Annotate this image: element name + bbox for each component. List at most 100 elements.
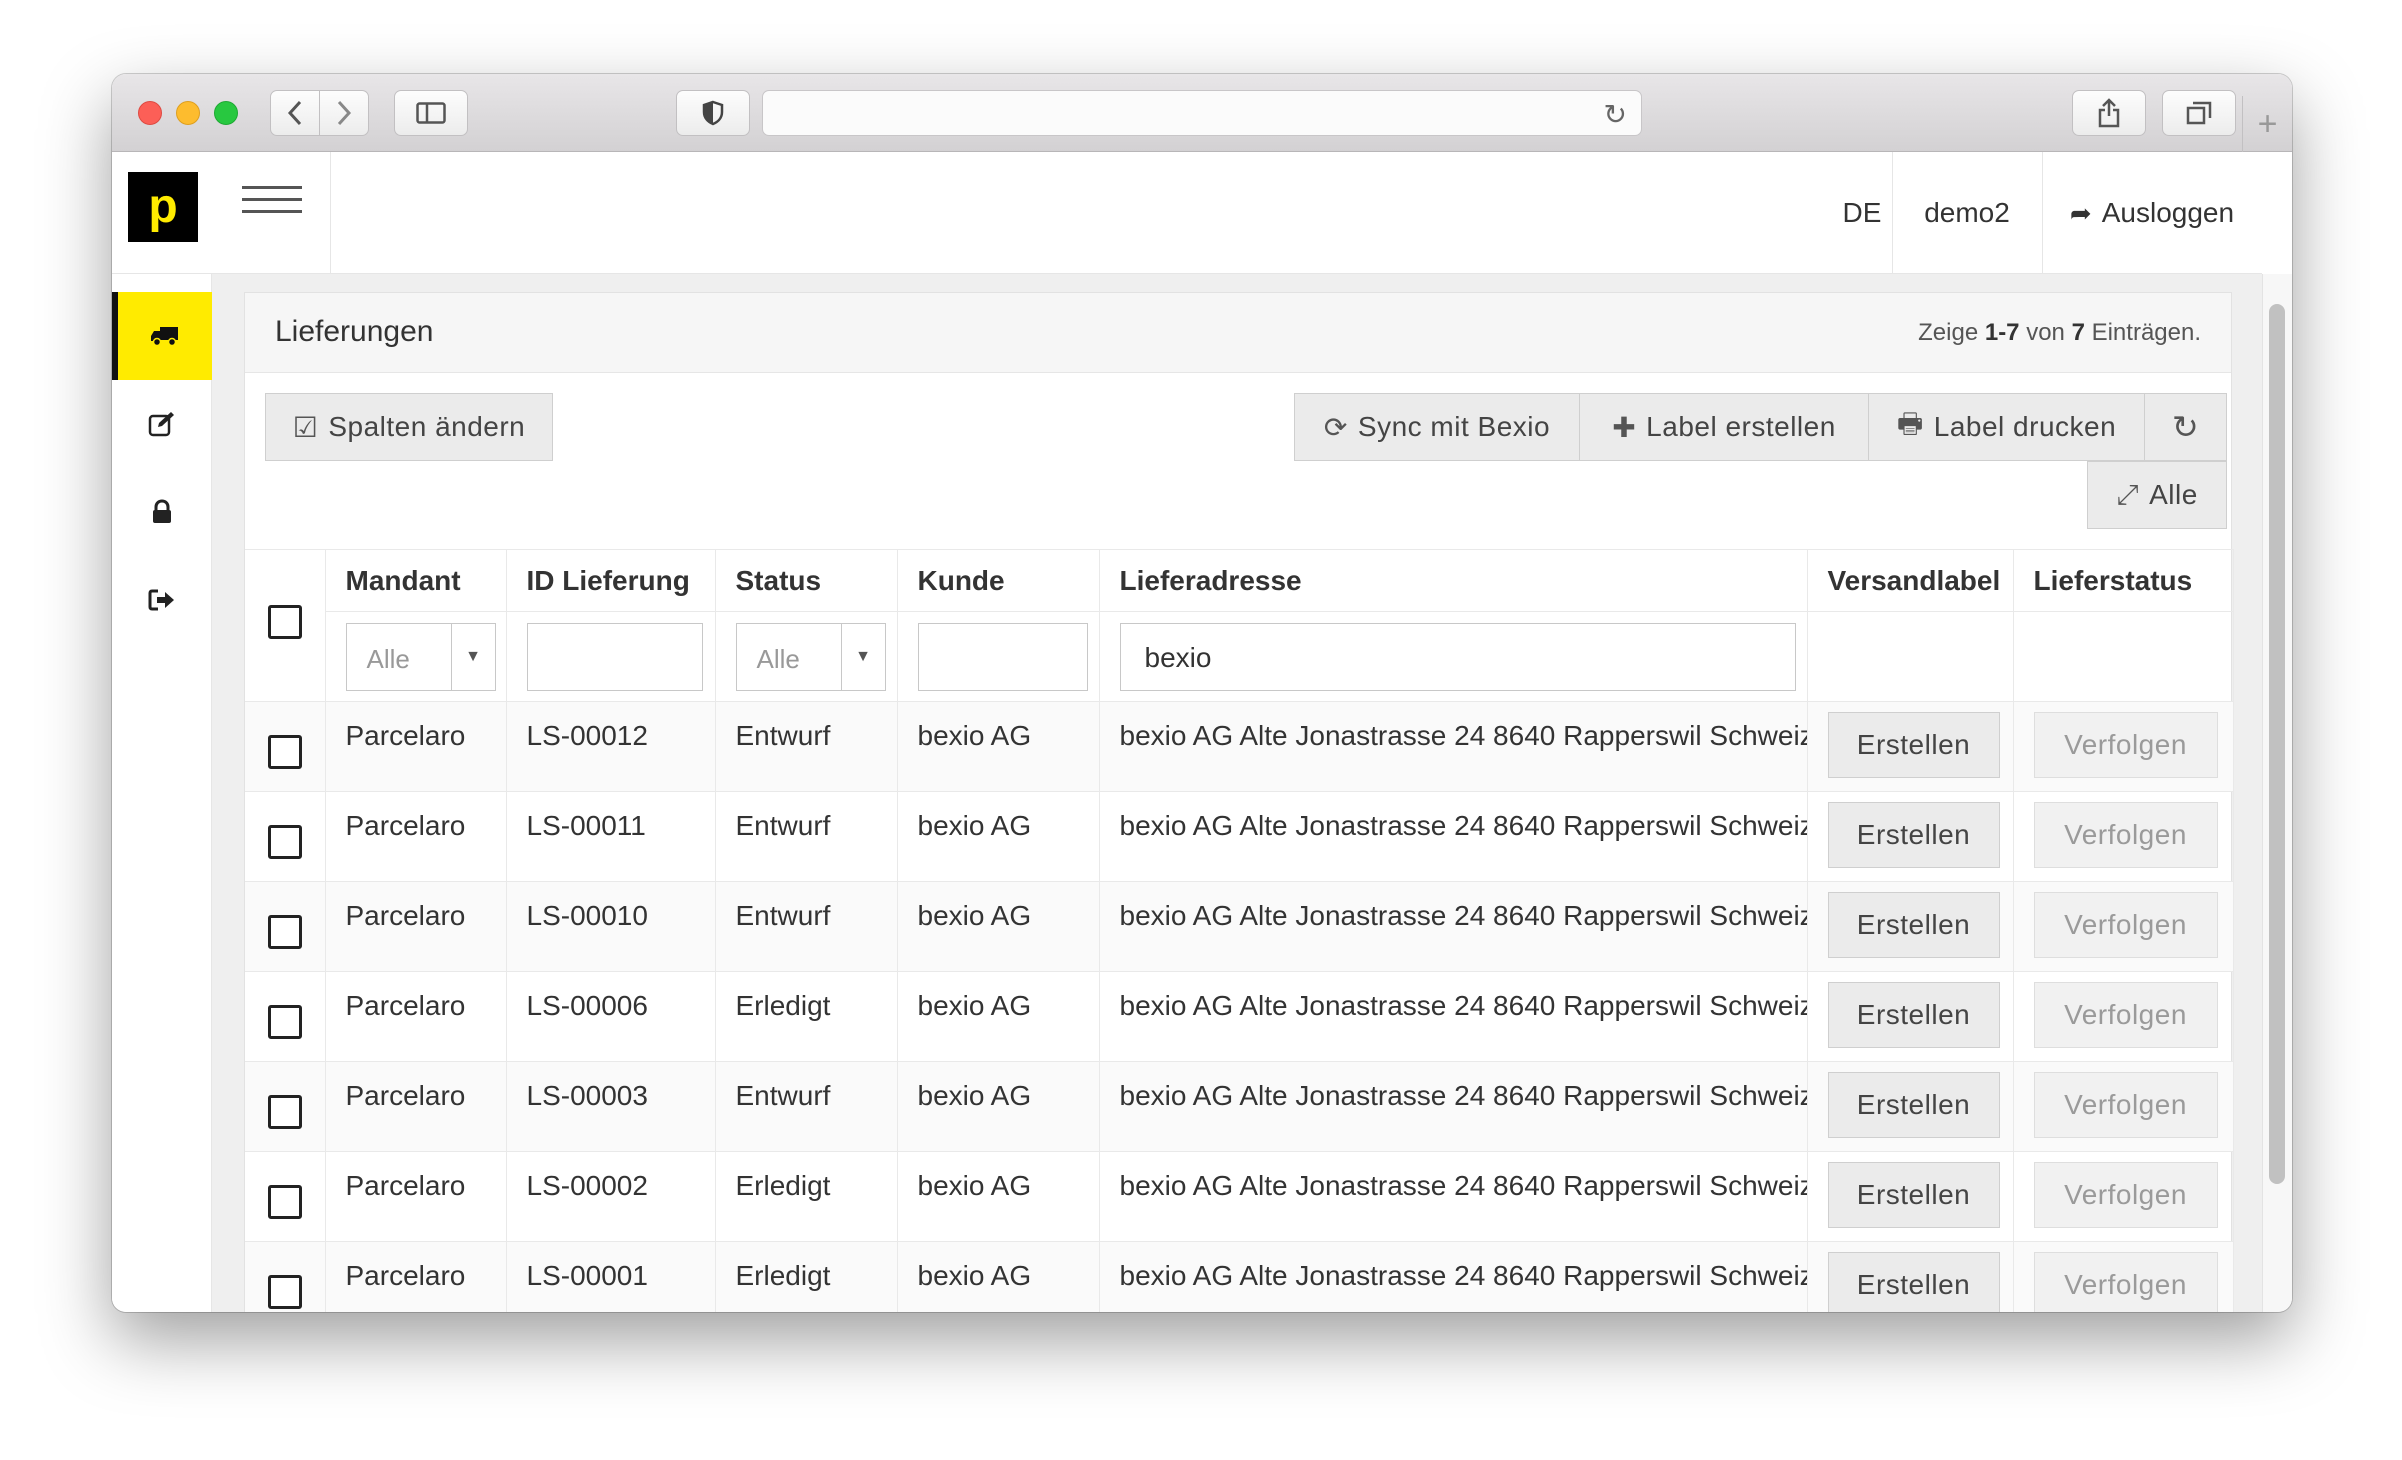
app-logo[interactable]: p [128,172,198,242]
menu-icon[interactable] [242,186,302,220]
zoom-window-button[interactable] [214,101,238,125]
back-button[interactable] [270,90,320,136]
table-row: Parcelaro LS-00012 Entwurf bexio AG bexio AG… [245,701,2234,792]
share-icon [2098,98,2120,128]
sidebar-icon [416,102,446,124]
sidebar-item-security[interactable] [112,468,212,556]
cell-status: Entwurf [715,1061,898,1152]
lieferadresse-filter-input[interactable]: bexio [1119,622,1796,691]
page-title: Lieferungen [275,315,434,348]
table-row: Parcelaro LS-00001 Erledigt bexio AG bexio A… [245,1241,2234,1312]
track-delivery-button: Verfolgen [2033,1072,2218,1138]
refresh-icon: ↻ [2171,409,2200,445]
create-label-row-button[interactable]: Erstellen [1827,982,2000,1048]
cell-kunde: bexio AG [897,881,1100,972]
tabs-icon [2186,101,2212,125]
address-bar[interactable]: ↻ [762,90,1642,136]
create-label-row-button[interactable]: Erstellen [1827,1072,2000,1138]
row-checkbox[interactable] [267,1005,302,1039]
cell-id: LS-00003 [506,1061,716,1152]
sidebar-item-deliveries[interactable] [112,292,212,380]
tabs-overview-button[interactable] [2162,90,2236,136]
sync-bexio-button[interactable]: ⟳ Sync mit Bexio [1294,393,1580,461]
browser-window: ↻ + p DE demo2 ➦ Ausloggen Lieferungen Z… [112,74,2292,1312]
cell-lieferadresse: bexio AG Alte Jonastrasse 24 8640 Rapper… [1099,881,1808,972]
sidebar-item-logout[interactable] [112,556,212,644]
id-filter-input[interactable] [526,622,703,691]
privacy-button[interactable] [676,90,750,136]
refresh-icon: ⟳ [1323,411,1348,443]
cell-id: LS-00011 [506,791,716,882]
column-header-lieferadresse[interactable]: Lieferadresse [1099,549,1808,612]
row-checkbox[interactable] [267,735,302,769]
scrollbar-thumb[interactable] [2269,304,2285,1184]
row-checkbox[interactable] [267,915,302,949]
create-label-row-button[interactable]: Erstellen [1827,802,2000,868]
deliveries-table: Mandant ID Lieferung Status Kunde Liefer… [245,549,2234,1312]
cell-status: Entwurf [715,881,898,972]
table-row: Parcelaro LS-00011 Entwurf bexio AG bexio AG… [245,791,2234,882]
row-checkbox[interactable] [267,1095,302,1129]
create-label-row-button[interactable]: Erstellen [1827,892,2000,958]
panel-header: Lieferungen Zeige 1-7 von 7 Einträgen. [245,293,2231,373]
print-label-button[interactable]: 🖶 Label drucken [1868,393,2145,461]
cell-mandant: Parcelaro [325,881,507,972]
track-delivery-button: Verfolgen [2033,982,2218,1048]
cell-mandant: Parcelaro [325,1061,507,1152]
chevron-right-icon [337,100,352,126]
column-header-status[interactable]: Status [715,549,898,612]
create-label-row-button[interactable]: Erstellen [1827,712,2000,778]
cell-mandant: Parcelaro [325,1151,507,1242]
minimize-window-button[interactable] [176,101,200,125]
user-menu[interactable]: demo2 [1892,152,2042,274]
row-checkbox[interactable] [267,825,302,859]
kunde-filter-input[interactable] [917,622,1088,691]
cell-kunde: bexio AG [897,1241,1100,1312]
reload-icon[interactable]: ↻ [1604,98,1627,131]
cell-mandant: Parcelaro [325,701,507,792]
cell-mandant: Parcelaro [325,971,507,1062]
cell-id: LS-00002 [506,1151,716,1242]
mandant-filter-select[interactable]: Alle ▼ [345,622,496,691]
printer-icon: 🖶 [1896,408,1924,439]
main-content: Lieferungen Zeige 1-7 von 7 Einträgen. ☑… [212,274,2262,1312]
plus-icon: ✚ [1612,411,1637,443]
show-all-button[interactable]: ⤢ Alle [2087,461,2227,529]
deliveries-panel: Lieferungen Zeige 1-7 von 7 Einträgen. ☑… [244,292,2234,1312]
reload-button[interactable]: ↻ [2144,393,2227,461]
row-checkbox[interactable] [267,1275,302,1310]
column-header-mandant[interactable]: Mandant [325,549,507,612]
plus-icon[interactable]: + [2242,96,2292,152]
cell-kunde: bexio AG [897,1061,1100,1152]
cell-lieferadresse: bexio AG Alte Jonastrasse 24 8640 Rapper… [1099,1061,1808,1152]
create-label-button[interactable]: ✚ Label erstellen [1579,393,1869,461]
sidebar-item-edit[interactable] [112,380,212,468]
entries-summary: Zeige 1-7 von 7 Einträgen. [1918,319,2201,346]
share-button[interactable] [2072,90,2146,136]
expand-icon: ⤢ [2116,478,2140,510]
change-columns-button[interactable]: ☑ Spalten ändern [265,393,553,461]
row-checkbox[interactable] [267,1185,302,1219]
logout-link[interactable]: ➦ Ausloggen [2042,152,2262,274]
scrollbar-track[interactable] [2262,274,2292,1312]
cell-lieferadresse: bexio AG Alte Jonastrasse 24 8640 Rapper… [1099,701,1808,792]
track-delivery-button: Verfolgen [2033,892,2218,958]
filter-row: Alle ▼ Alle ▼ bexio [245,611,2234,702]
select-all-checkbox[interactable] [267,605,302,639]
status-filter-select[interactable]: Alle ▼ [735,622,886,691]
close-window-button[interactable] [138,101,162,125]
cell-kunde: bexio AG [897,1151,1100,1242]
caret-down-icon: ▼ [840,623,885,690]
sidebar-toggle-button[interactable] [394,90,468,136]
cell-mandant: Parcelaro [325,791,507,882]
column-header-kunde[interactable]: Kunde [897,549,1100,612]
create-label-row-button[interactable]: Erstellen [1827,1162,2000,1228]
track-delivery-button: Verfolgen [2033,1252,2218,1312]
forward-button[interactable] [319,90,369,136]
cell-id: LS-00012 [506,701,716,792]
create-label-row-button[interactable]: Erstellen [1827,1252,2000,1312]
column-header-id[interactable]: ID Lieferung [506,549,716,612]
table-row: Parcelaro LS-00006 Erledigt bexio AG bexio A… [245,971,2234,1062]
table-row: Parcelaro LS-00010 Entwurf bexio AG bexio AG… [245,881,2234,972]
chevron-left-icon [287,100,302,126]
